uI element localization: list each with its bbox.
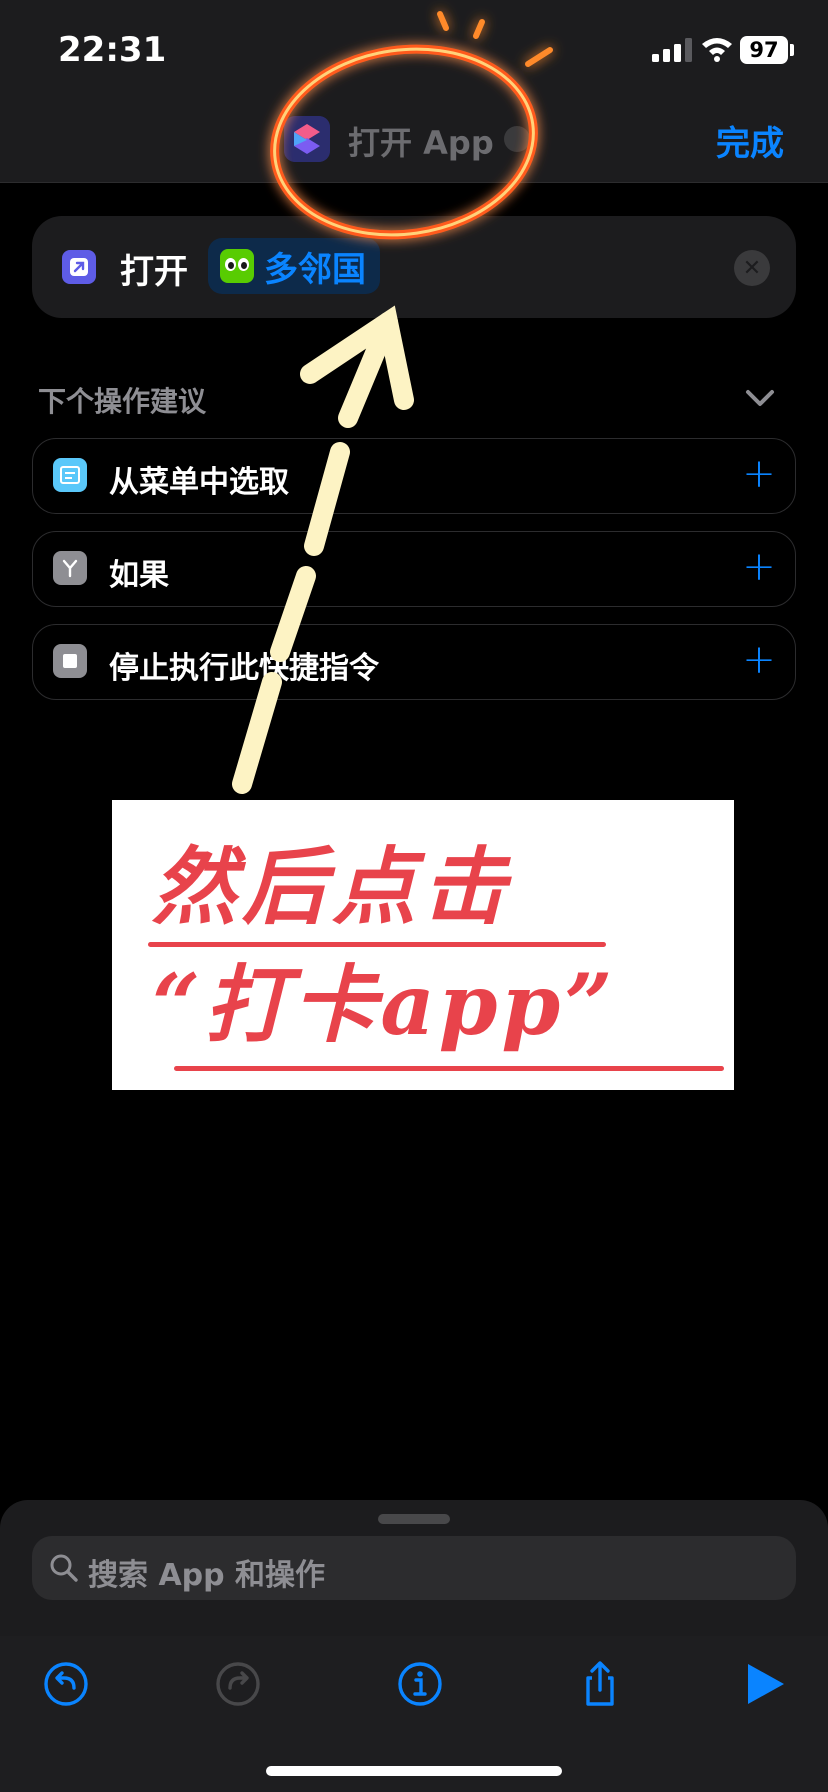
add-icon[interactable]: + <box>739 637 779 683</box>
bottom-toolbar <box>0 1636 828 1792</box>
home-indicator <box>266 1766 562 1776</box>
remove-action-button[interactable]: ✕ <box>734 250 770 286</box>
duolingo-icon <box>220 249 254 283</box>
shortcuts-app-icon[interactable] <box>284 116 330 162</box>
branch-icon <box>53 551 87 585</box>
annotation-sticker: 然后点击 “打卡app” <box>112 800 734 1090</box>
battery-indicator: 97 <box>740 36 788 64</box>
open-app-action-icon <box>62 250 96 284</box>
suggestion-item-stop-shortcut[interactable]: 停止执行此快捷指令 + <box>32 624 796 700</box>
shortcut-title[interactable]: 打开 App <box>348 118 494 164</box>
suggestion-item-choose-from-menu[interactable]: 从菜单中选取 + <box>32 438 796 514</box>
status-time: 22:31 <box>58 30 167 70</box>
annotation-line-2: “打卡app” <box>152 955 617 1054</box>
done-button[interactable]: 完成 <box>716 116 784 165</box>
annotation-line-1: 然后点击 <box>152 837 513 936</box>
undo-icon[interactable] <box>40 1658 92 1710</box>
play-icon[interactable] <box>738 1658 790 1710</box>
nav-bar: 打开 App 完成 <box>0 90 828 183</box>
chevron-down-icon[interactable] <box>742 386 778 410</box>
action-verb: 打开 <box>120 252 188 292</box>
cellular-signal-icon <box>652 38 692 62</box>
sheet-grabber[interactable] <box>378 1514 450 1524</box>
search-icon <box>50 1554 78 1582</box>
annotation-underline-2 <box>174 1066 724 1071</box>
open-app-action-card[interactable]: 打开 多邻国 ✕ <box>32 216 796 318</box>
wifi-icon <box>702 38 732 62</box>
suggestion-item-if[interactable]: 如果 + <box>32 531 796 607</box>
share-icon[interactable] <box>574 1658 626 1710</box>
app-name: 多邻国 <box>264 249 366 290</box>
suggestion-label: 如果 <box>109 558 169 593</box>
title-chevron-icon[interactable] <box>504 126 530 152</box>
stop-icon <box>53 644 87 678</box>
suggestion-label: 停止执行此快捷指令 <box>109 651 379 686</box>
list-menu-icon <box>53 458 87 492</box>
info-icon[interactable] <box>394 1658 446 1710</box>
redo-icon[interactable] <box>212 1658 264 1710</box>
search-input[interactable]: 搜索 App 和操作 <box>32 1536 796 1600</box>
search-placeholder: 搜索 App 和操作 <box>88 1558 326 1593</box>
battery-nub <box>790 44 794 56</box>
status-bar: 22:31 97 <box>0 0 828 90</box>
suggestion-label: 从菜单中选取 <box>109 465 289 500</box>
add-icon[interactable]: + <box>739 451 779 497</box>
suggestions-header: 下个操作建议 <box>38 385 207 418</box>
app-parameter[interactable]: 多邻国 <box>208 238 380 294</box>
add-icon[interactable]: + <box>739 544 779 590</box>
